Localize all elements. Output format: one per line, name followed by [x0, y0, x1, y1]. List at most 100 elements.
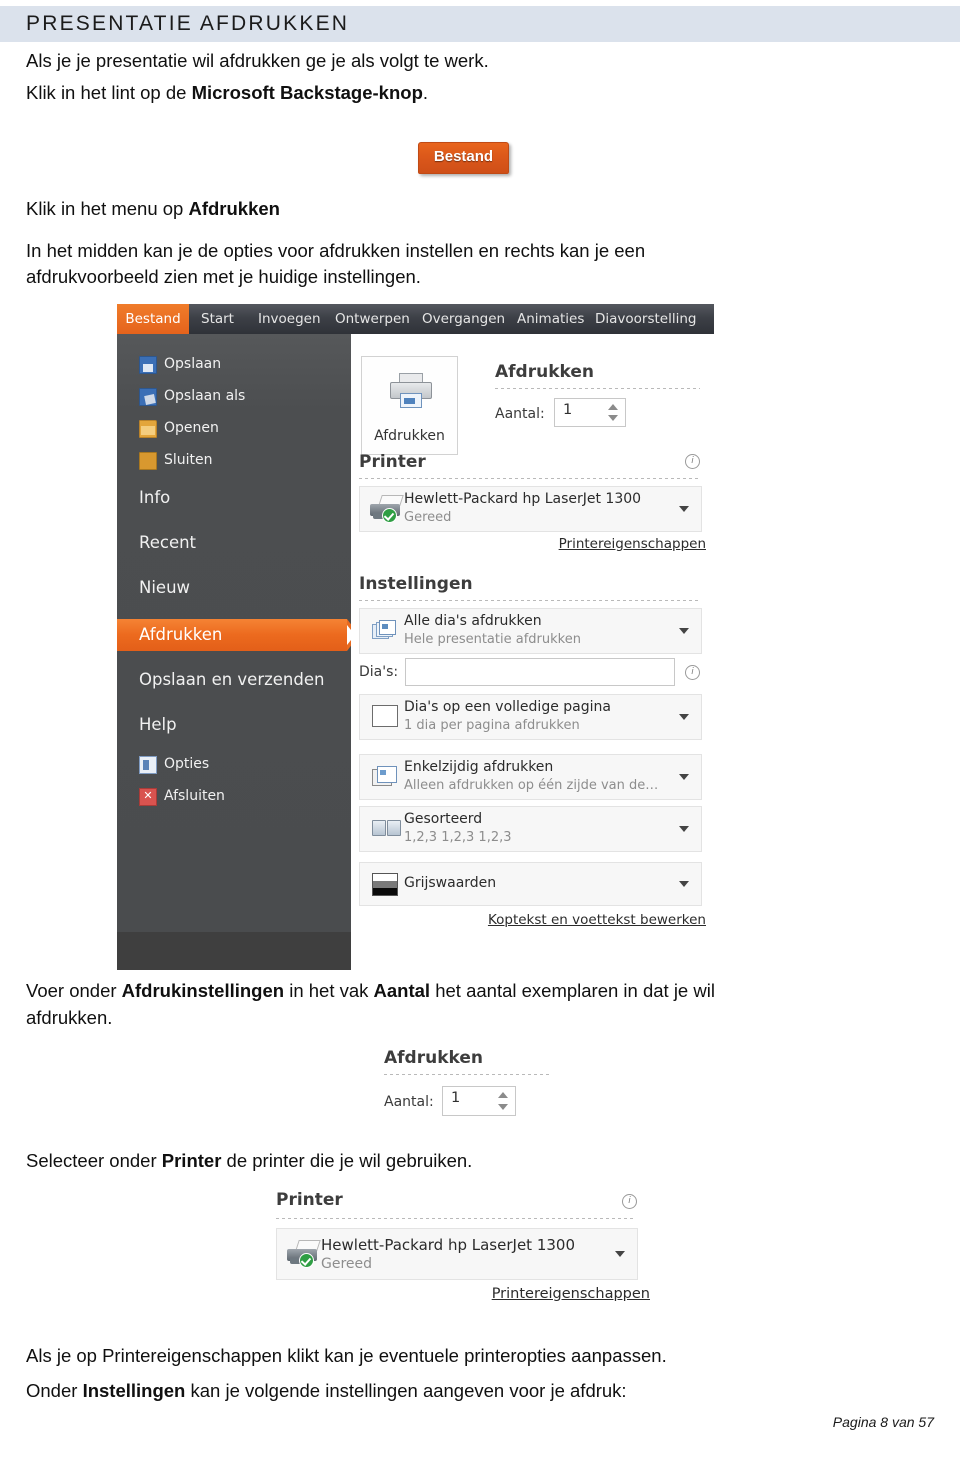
- step2-heading: Klik in het menu op Afdrukken: [26, 196, 280, 222]
- chevron-down-icon[interactable]: [615, 1251, 625, 1257]
- chevron-down-icon[interactable]: [679, 881, 689, 887]
- setting-sub-label: 1 dia per pagina afdrukken: [404, 718, 580, 733]
- step4-text: Selecteer onder Printer de printer die j…: [26, 1148, 472, 1174]
- exit-icon: ✕: [139, 788, 157, 806]
- page-footer: Pagina 8 van 57: [832, 1414, 934, 1430]
- backstage-item-label: Info: [139, 488, 171, 507]
- setting-main-label: Gesorteerd: [404, 811, 483, 827]
- backstage-item-label: Opslaan en verzenden: [139, 670, 325, 689]
- page-title: PRESENTATIE AFDRUKKEN: [26, 12, 350, 35]
- step4-suffix: de printer die je wil gebruiken.: [221, 1150, 473, 1171]
- step4-prefix: Selecteer onder: [26, 1150, 162, 1171]
- setting-print-range-select[interactable]: Alle dia's afdrukken Hele presentatie af…: [359, 608, 702, 654]
- bestand-button[interactable]: Bestand: [418, 142, 509, 174]
- aantal-stepper[interactable]: 1: [554, 398, 626, 427]
- afdrukken-section-heading: Afdrukken: [495, 362, 594, 382]
- dias-info-icon[interactable]: i: [685, 665, 700, 680]
- aantal-crop-screenshot: Afdrukken Aantal: 1: [378, 1044, 560, 1122]
- setting-duplex-select[interactable]: Enkelzijdig afdrukken Alleen afdrukken o…: [359, 754, 702, 800]
- chevron-down-icon[interactable]: [679, 774, 689, 780]
- backstage-item-label: Help: [139, 715, 177, 734]
- printer-select[interactable]: Hewlett-Packard hp LaserJet 1300 Gereed: [359, 486, 702, 532]
- aantal-value: 1: [563, 402, 573, 418]
- backstage-item-label: Nieuw: [139, 578, 191, 597]
- ribbon-tab-bestand[interactable]: Bestand: [117, 304, 189, 334]
- printer-status-icon: [287, 1240, 321, 1268]
- stepper-up-icon[interactable]: [498, 1092, 508, 1098]
- setting-sub-label: Alleen afdrukken op één zijde van de…: [404, 778, 659, 793]
- backstage-item-afdrukken[interactable]: Afdrukken: [117, 619, 359, 651]
- backstage-item-nieuw[interactable]: Nieuw: [117, 572, 351, 604]
- setting-color-select[interactable]: Grijswaarden: [359, 862, 702, 906]
- backstage-item-opslaan-als[interactable]: Opslaan als: [117, 380, 351, 412]
- powerpoint-backstage-screenshot: Bestand Start Invoegen Ontwerpen Overgan…: [117, 304, 714, 970]
- stepper-down-icon[interactable]: [498, 1104, 508, 1110]
- backstage-item-sluiten[interactable]: Sluiten: [117, 444, 351, 476]
- ribbon-tab-start[interactable]: Start: [201, 304, 234, 334]
- step3-text: Voer onder Afdrukinstellingen in het vak…: [26, 978, 926, 1004]
- crop-printer-status: Gereed: [321, 1256, 373, 1272]
- chevron-down-icon[interactable]: [679, 628, 689, 634]
- ribbon-tab-diavoorstelling[interactable]: Diavoorstelling: [595, 304, 697, 334]
- setting-main-label: Dia's op een volledige pagina: [404, 699, 611, 715]
- crop-printer-name: Hewlett-Packard hp LaserJet 1300: [321, 1236, 575, 1254]
- crop-printer-info-icon[interactable]: i: [622, 1194, 637, 1209]
- open-folder-icon: [139, 420, 157, 438]
- backstage-item-afsluiten[interactable]: ✕ Afsluiten: [117, 780, 351, 812]
- printer-properties-link[interactable]: Printereigenschappen: [559, 536, 706, 552]
- backstage-item-opslaan-en-verzenden[interactable]: Opslaan en verzenden: [117, 664, 351, 696]
- chevron-down-icon[interactable]: [679, 506, 689, 512]
- print-action-button[interactable]: Afdrukken: [361, 356, 458, 455]
- backstage-item-label: Sluiten: [164, 452, 213, 468]
- crop-printer-select[interactable]: Hewlett-Packard hp LaserJet 1300 Gereed: [276, 1228, 638, 1280]
- crop-afdrukken-heading: Afdrukken: [384, 1048, 483, 1068]
- crop-aantal-stepper[interactable]: 1: [442, 1086, 516, 1116]
- stepper-down-icon[interactable]: [608, 415, 618, 421]
- setting-collate-select[interactable]: Gesorteerd 1,2,3 1,2,3 1,2,3: [359, 806, 702, 852]
- step5-bold: Instellingen: [82, 1380, 186, 1401]
- chevron-down-icon[interactable]: [679, 826, 689, 832]
- backstage-item-label: Opslaan: [164, 356, 222, 372]
- step3-bold-1: Afdrukinstellingen: [121, 980, 285, 1001]
- print-action-button-label: Afdrukken: [374, 428, 445, 444]
- crop-printer-properties-link[interactable]: Printereigenschappen: [492, 1286, 650, 1302]
- dias-label: Dia's:: [359, 664, 399, 680]
- backstage-item-recent[interactable]: Recent: [117, 527, 351, 559]
- ribbon-tab-invoegen[interactable]: Invoegen: [258, 304, 321, 334]
- backstage-item-info[interactable]: Info: [117, 482, 351, 514]
- close-folder-icon: [139, 452, 157, 470]
- printer-status-icon: [370, 495, 404, 523]
- ribbon-tab-animaties[interactable]: Animaties: [517, 304, 584, 334]
- crop-afdrukken-divider: [384, 1074, 552, 1075]
- ribbon-tab-ontwerpen[interactable]: Ontwerpen: [335, 304, 410, 334]
- printer-status: Gereed: [404, 510, 452, 525]
- stepper-up-icon[interactable]: [608, 404, 618, 410]
- chevron-down-icon[interactable]: [679, 714, 689, 720]
- single-sided-icon: [372, 766, 397, 786]
- instellingen-divider: [359, 600, 700, 601]
- header-footer-link[interactable]: Koptekst en voettekst bewerken: [488, 912, 706, 928]
- setting-layout-select[interactable]: Dia's op een volledige pagina 1 dia per …: [359, 694, 702, 740]
- backstage-item-label: Opslaan als: [164, 388, 246, 404]
- options-icon: [139, 756, 157, 774]
- step2-body-2: afdrukvoorbeeld zien met je huidige inst…: [26, 266, 421, 287]
- print-settings-panel: Afdrukken Afdrukken Aantal: 1 Printer i …: [351, 334, 714, 970]
- collate-icon: [372, 820, 401, 836]
- setting-main-label: Alle dia's afdrukken: [404, 613, 542, 629]
- backstage-item-opties[interactable]: Opties: [117, 748, 351, 780]
- printer-info-icon[interactable]: i: [685, 454, 700, 469]
- backstage-item-openen[interactable]: Openen: [117, 412, 351, 444]
- intro-line-2-suffix: .: [422, 82, 429, 103]
- ribbon-tab-overgangen[interactable]: Overgangen: [422, 304, 505, 334]
- step3-suffix: het aantal exemplaren in dat je wil: [430, 980, 715, 1001]
- backstage-item-opslaan[interactable]: Opslaan: [117, 348, 351, 380]
- step5-suffix: kan je volgende instellingen aangeven vo…: [185, 1380, 627, 1401]
- setting-main-label: Enkelzijdig afdrukken: [404, 759, 554, 775]
- backstage-panel-bottom-strip: [117, 932, 351, 970]
- backstage-item-help[interactable]: Help: [117, 709, 351, 741]
- ribbon-tab-bar: Bestand Start Invoegen Ontwerpen Overgan…: [117, 304, 714, 336]
- step2-prefix: Klik in het menu op: [26, 198, 189, 219]
- backstage-menu-panel: Opslaan Opslaan als Openen Sluiten Info …: [117, 334, 359, 970]
- dias-input[interactable]: [405, 658, 675, 686]
- setting-sub-label: 1,2,3 1,2,3 1,2,3: [404, 830, 512, 845]
